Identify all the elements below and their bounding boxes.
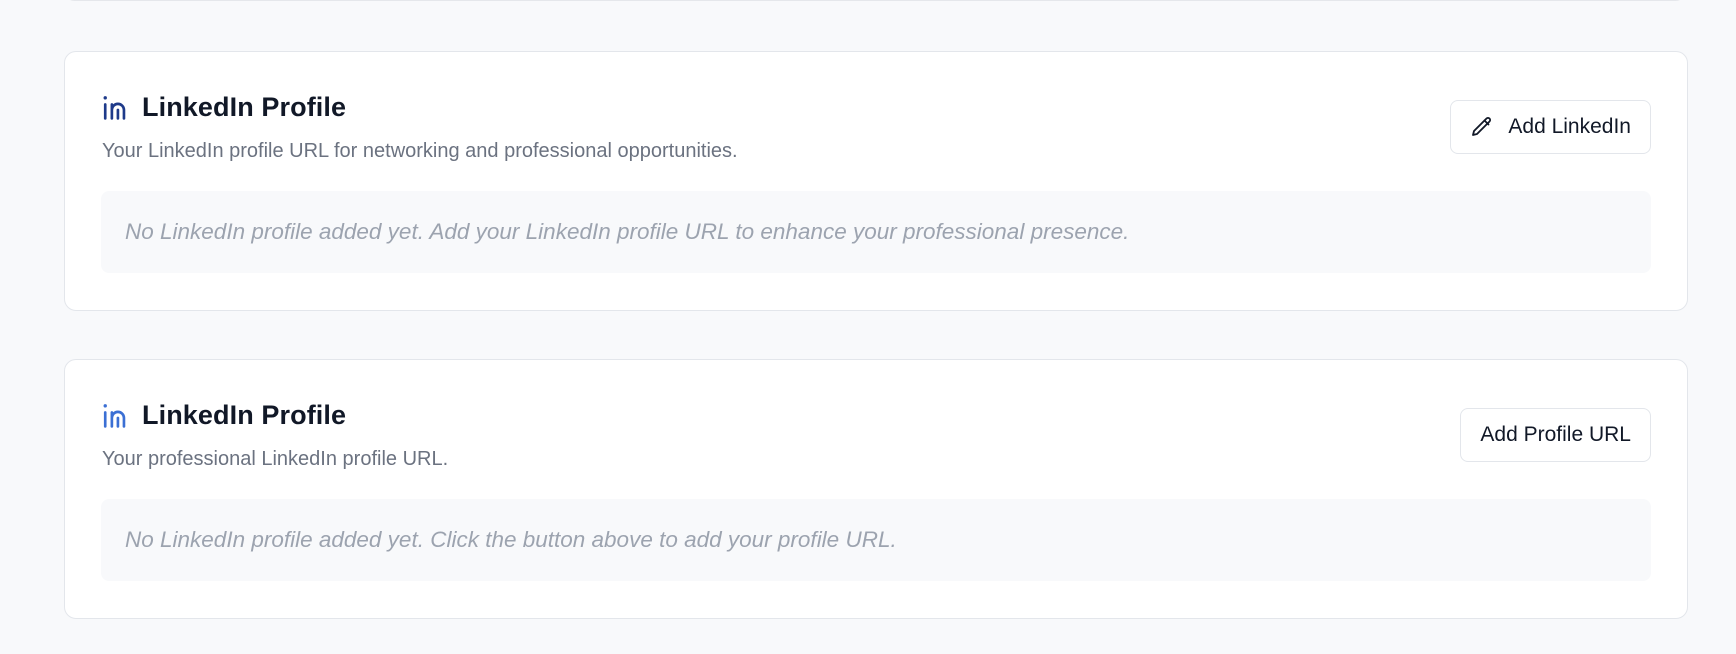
linkedin-icon: [101, 401, 130, 430]
card-description: Your professional LinkedIn profile URL.: [102, 448, 449, 470]
pencil-icon: [1470, 115, 1494, 139]
linkedin-profile-url-card: LinkedIn Profile Your professional Linke…: [64, 359, 1688, 619]
previous-card-edge: [64, 0, 1686, 1]
add-profile-url-button[interactable]: Add Profile URL: [1460, 408, 1651, 462]
linkedin-profile-card: LinkedIn Profile Your LinkedIn profile U…: [64, 51, 1688, 311]
empty-state-box: No LinkedIn profile added yet. Add your …: [101, 191, 1651, 273]
card-title: LinkedIn Profile: [142, 92, 347, 122]
linkedin-icon: [101, 93, 130, 122]
empty-state-box: No LinkedIn profile added yet. Click the…: [101, 499, 1651, 581]
card-header: LinkedIn Profile: [101, 92, 346, 123]
card-title: LinkedIn Profile: [142, 400, 347, 430]
card-header: LinkedIn Profile: [101, 400, 346, 431]
add-linkedin-button-label: Add LinkedIn: [1508, 115, 1631, 138]
empty-state-message: No LinkedIn profile added yet. Add your …: [125, 219, 1130, 244]
add-profile-url-button-label: Add Profile URL: [1480, 423, 1631, 446]
card-description: Your LinkedIn profile URL for networking…: [102, 140, 738, 162]
empty-state-message: No LinkedIn profile added yet. Click the…: [125, 527, 897, 552]
add-linkedin-button[interactable]: Add LinkedIn: [1450, 100, 1651, 154]
